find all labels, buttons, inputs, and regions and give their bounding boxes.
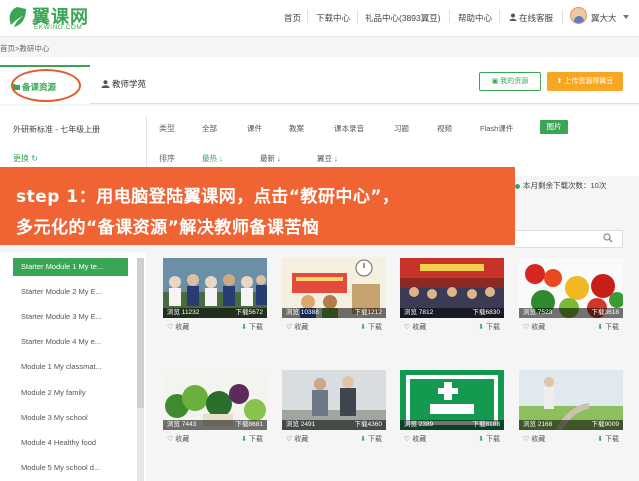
resource-card[interactable]: 浏览 10388 下载1212 ♡ 收藏 ⬇ 下载: [282, 258, 388, 350]
nav-home[interactable]: 首页: [284, 12, 301, 24]
resource-stats: 浏览 7812 下载6830: [400, 308, 504, 318]
type-lesson-plan[interactable]: 教案: [289, 123, 304, 134]
ekwing-logo[interactable]: 翼课网 EKWING.COM: [6, 3, 94, 35]
customer-service-icon: [509, 13, 517, 21]
arrow-down-icon: ↓: [277, 154, 281, 163]
module-item[interactable]: Starter Module 3 My E...: [13, 308, 128, 326]
tutorial-banner: step 1：用电脑登陆翼课网，点击“教研中心”， 多元化的“备课资源”解决教师…: [0, 167, 515, 245]
module-item[interactable]: Module 1 My classmat...: [13, 358, 128, 376]
favorite-button[interactable]: ♡ 收藏: [286, 322, 308, 332]
favorite-button[interactable]: ♡ 收藏: [167, 322, 189, 332]
download-quota: 本月剩余下载次数：10次: [515, 180, 606, 191]
nav-online-service[interactable]: 在线客服: [519, 12, 553, 24]
resource-card[interactable]: 浏览 2168 下载9009 ♡ 收藏 ⬇ 下载: [519, 370, 625, 462]
my-resources-button[interactable]: ▣ 我的资源: [479, 72, 541, 91]
type-label: 类型: [159, 124, 175, 133]
type-exercises[interactable]: 习题: [394, 123, 409, 134]
resource-stats: 浏览 11232 下载5672: [163, 308, 267, 318]
textbook-name: 外研新标准 - 七年级上册: [13, 125, 101, 134]
nav-download-center[interactable]: 下载中心: [316, 12, 350, 24]
logo-leaf-icon: [9, 7, 26, 27]
resource-stats: 浏览 10388 下载1212: [282, 308, 386, 318]
my-resources-icon: ▣: [491, 78, 499, 85]
download-button[interactable]: ⬇ 下载: [597, 434, 619, 444]
change-textbook-button[interactable]: 更换 ↻: [13, 153, 38, 164]
favorite-button[interactable]: ♡ 收藏: [404, 322, 426, 332]
type-audio[interactable]: 课本录音: [334, 123, 364, 134]
module-scrollbar-thumb[interactable]: [137, 258, 144, 408]
search-icon[interactable]: [603, 233, 613, 243]
resource-card[interactable]: 浏览 11232 下载5672 ♡ 收藏 ⬇ 下载: [163, 258, 269, 350]
breadcrumb-home[interactable]: 首页>: [0, 44, 19, 53]
nav-gift-center[interactable]: 礼品中心(3893翼豆): [365, 12, 441, 24]
arrow-down-icon: ↓: [334, 154, 338, 163]
teacher-icon: [101, 80, 110, 88]
module-item[interactable]: Module 4 Healthy food: [13, 434, 128, 452]
user-avatar[interactable]: [570, 7, 587, 24]
banner-line-1: step 1：用电脑登陆翼课网，点击“教研中心”，: [16, 187, 400, 207]
module-item[interactable]: Starter Module 1 My te...: [13, 258, 128, 276]
logo-subtext: EKWING.COM: [34, 24, 83, 31]
type-all[interactable]: 全部: [202, 123, 217, 134]
resource-stats: 浏览 2389 下载8188: [400, 420, 504, 430]
refresh-icon: ↻: [31, 154, 38, 163]
filter-panel: 外研新标准 - 七年级上册 更换 ↻ 类型 全部 课件 教案 课本录音 习题 视…: [0, 106, 639, 176]
download-button[interactable]: ⬇ 下载: [241, 322, 263, 332]
type-courseware[interactable]: 课件: [247, 123, 262, 134]
favorite-button[interactable]: ♡ 收藏: [523, 322, 545, 332]
download-button[interactable]: ⬇ 下载: [241, 434, 263, 444]
resource-card[interactable]: 浏览 7443 下载8681 ♡ 收藏 ⬇ 下载: [163, 370, 269, 462]
tab-teacher-academy[interactable]: 教师学苑: [112, 78, 146, 90]
arrow-down-icon: ↓: [219, 154, 223, 163]
type-video[interactable]: 视频: [437, 123, 452, 134]
chevron-down-icon[interactable]: [623, 15, 629, 19]
resource-card[interactable]: 浏览 2389 下载8188 ♡ 收藏 ⬇ 下载: [400, 370, 506, 462]
module-item[interactable]: Starter Module 4 My e...: [13, 333, 128, 351]
top-bar: 翼课网 EKWING.COM 首页 下载中心 礼品中心(3893翼豆) 帮助中心…: [0, 0, 639, 37]
sort-hottest[interactable]: 最热 ↓: [202, 153, 223, 164]
download-button[interactable]: ⬇ 下载: [478, 434, 500, 444]
sort-label: 排序: [159, 154, 175, 163]
upload-resource-button[interactable]: ⬆ 上传资源得翼豆: [547, 72, 623, 91]
sort-points[interactable]: 翼豆 ↓: [317, 153, 338, 164]
user-name[interactable]: 翼大大: [591, 12, 617, 24]
resource-card[interactable]: 浏览 7812 下载6830 ♡ 收藏 ⬇ 下载: [400, 258, 506, 350]
favorite-button[interactable]: ♡ 收藏: [167, 434, 189, 444]
favorite-button[interactable]: ♡ 收藏: [404, 434, 426, 444]
favorite-button[interactable]: ♡ 收藏: [523, 434, 545, 444]
download-button[interactable]: ⬇ 下载: [478, 322, 500, 332]
resource-card[interactable]: 浏览 7523 下载3618 ♡ 收藏 ⬇ 下载: [519, 258, 625, 350]
nav-help-center[interactable]: 帮助中心: [458, 12, 492, 24]
module-item[interactable]: Module 2 My family: [13, 384, 128, 402]
quota-dot-icon: [515, 183, 520, 189]
sort-newest[interactable]: 最新 ↓: [260, 153, 281, 164]
resource-stats: 浏览 7523 下载3618: [519, 308, 623, 318]
upload-icon: ⬆: [556, 78, 563, 85]
module-item[interactable]: Module 5 My school d...: [13, 459, 128, 477]
resource-stats: 浏览 7443 下载8681: [163, 420, 267, 430]
module-item[interactable]: Module 3 My school: [13, 409, 128, 427]
highlight-circle-annotation: [11, 69, 81, 102]
resource-card[interactable]: 浏览 2491 下载4360 ♡ 收藏 ⬇ 下载: [282, 370, 388, 462]
banner-line-2: 多元化的“备课资源”解决教师备课苦恼: [16, 218, 320, 238]
resource-tabs: 备课资源 教师学苑 ▣ 我的资源 ⬆ 上传资源得翼豆: [0, 57, 639, 104]
resource-stats: 浏览 2168 下载9009: [519, 420, 623, 430]
breadcrumb-current: 教研中心: [19, 44, 50, 53]
download-button[interactable]: ⬇ 下载: [360, 322, 382, 332]
breadcrumb: 首页>教研中心: [0, 43, 49, 54]
favorite-button[interactable]: ♡ 收藏: [286, 434, 308, 444]
module-item[interactable]: Starter Module 2 My E...: [13, 283, 128, 301]
type-flash[interactable]: Flash课件: [480, 123, 513, 134]
type-pictures[interactable]: 图片: [540, 120, 568, 134]
download-button[interactable]: ⬇ 下载: [360, 434, 382, 444]
download-button[interactable]: ⬇ 下载: [597, 322, 619, 332]
resource-stats: 浏览 2491 下载4360: [282, 420, 386, 430]
